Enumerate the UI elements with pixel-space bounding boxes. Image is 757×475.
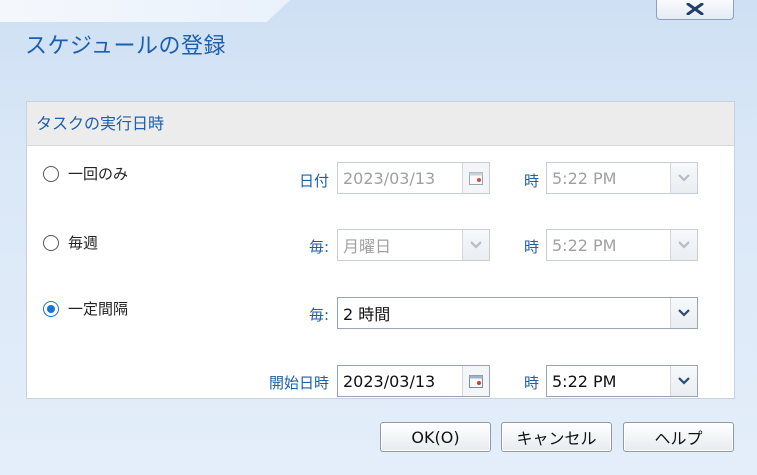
dialog-title: スケジュールの登録 xyxy=(25,34,226,59)
chevron-down-icon xyxy=(678,309,690,317)
help-button[interactable]: ヘルプ xyxy=(623,422,734,452)
calendar-button[interactable] xyxy=(462,163,489,193)
once-date-field[interactable]: 2023/03/13 xyxy=(337,162,490,194)
start-datetime-label: 開始日時 xyxy=(268,374,329,392)
start-time-select[interactable]: 5:22 PM xyxy=(546,365,698,397)
calendar-icon xyxy=(469,172,483,185)
start-calendar-button[interactable] xyxy=(462,366,489,396)
weekly-time-dropdown[interactable] xyxy=(670,230,697,260)
radio-weekly[interactable]: 毎週 xyxy=(43,232,98,253)
radio-weekly-label: 毎週 xyxy=(68,234,99,252)
start-time-value: 5:22 PM xyxy=(552,371,617,391)
radio-once-indicator[interactable] xyxy=(43,165,59,182)
radio-once[interactable]: 一回のみ xyxy=(43,163,128,184)
interval-dropdown[interactable] xyxy=(670,298,697,328)
interval-every-label: 毎: xyxy=(308,306,329,324)
radio-interval-indicator[interactable] xyxy=(43,300,59,317)
chevron-down-icon xyxy=(678,241,690,249)
close-icon xyxy=(686,3,704,15)
interval-select[interactable]: 2 時間 xyxy=(337,297,698,329)
schedule-panel: タスクの実行日時 一回のみ 日付 2023/03/13 時 5:22 PM 毎週… xyxy=(26,101,735,399)
once-date-value: 2023/03/13 xyxy=(343,168,436,188)
start-time-dropdown[interactable] xyxy=(670,366,697,396)
start-date-value: 2023/03/13 xyxy=(343,371,436,391)
close-button[interactable] xyxy=(656,0,734,20)
weekly-time-select[interactable]: 5:22 PM xyxy=(546,229,698,261)
start-time-label: 時 xyxy=(523,374,539,392)
weekly-day-select[interactable]: 月曜日 xyxy=(337,229,490,261)
once-time-dropdown[interactable] xyxy=(670,163,697,193)
radio-weekly-indicator[interactable] xyxy=(43,234,59,251)
weekly-every-label: 毎: xyxy=(308,238,329,256)
weekly-day-dropdown[interactable] xyxy=(462,230,489,260)
chevron-down-icon xyxy=(470,241,482,249)
radio-interval-label: 一定間隔 xyxy=(68,300,129,318)
cancel-button[interactable]: キャンセル xyxy=(501,422,612,452)
chevron-down-icon xyxy=(678,174,690,182)
weekly-time-label: 時 xyxy=(523,238,539,256)
once-time-label: 時 xyxy=(523,172,539,190)
interval-value: 2 時間 xyxy=(343,305,391,324)
start-date-field[interactable]: 2023/03/13 xyxy=(337,365,490,397)
titlebar-sheen xyxy=(0,0,290,22)
once-time-select[interactable]: 5:22 PM xyxy=(546,162,698,194)
date-label: 日付 xyxy=(298,172,329,190)
radio-interval[interactable]: 一定間隔 xyxy=(43,298,128,319)
ok-button[interactable]: OK(O) xyxy=(380,422,491,452)
radio-once-label: 一回のみ xyxy=(68,165,129,183)
calendar-icon xyxy=(469,375,483,388)
once-time-value: 5:22 PM xyxy=(552,168,617,188)
chevron-down-icon xyxy=(678,377,690,385)
weekly-time-value: 5:22 PM xyxy=(552,235,617,255)
weekly-day-value: 月曜日 xyxy=(343,237,392,256)
panel-header: タスクの実行日時 xyxy=(27,102,734,146)
